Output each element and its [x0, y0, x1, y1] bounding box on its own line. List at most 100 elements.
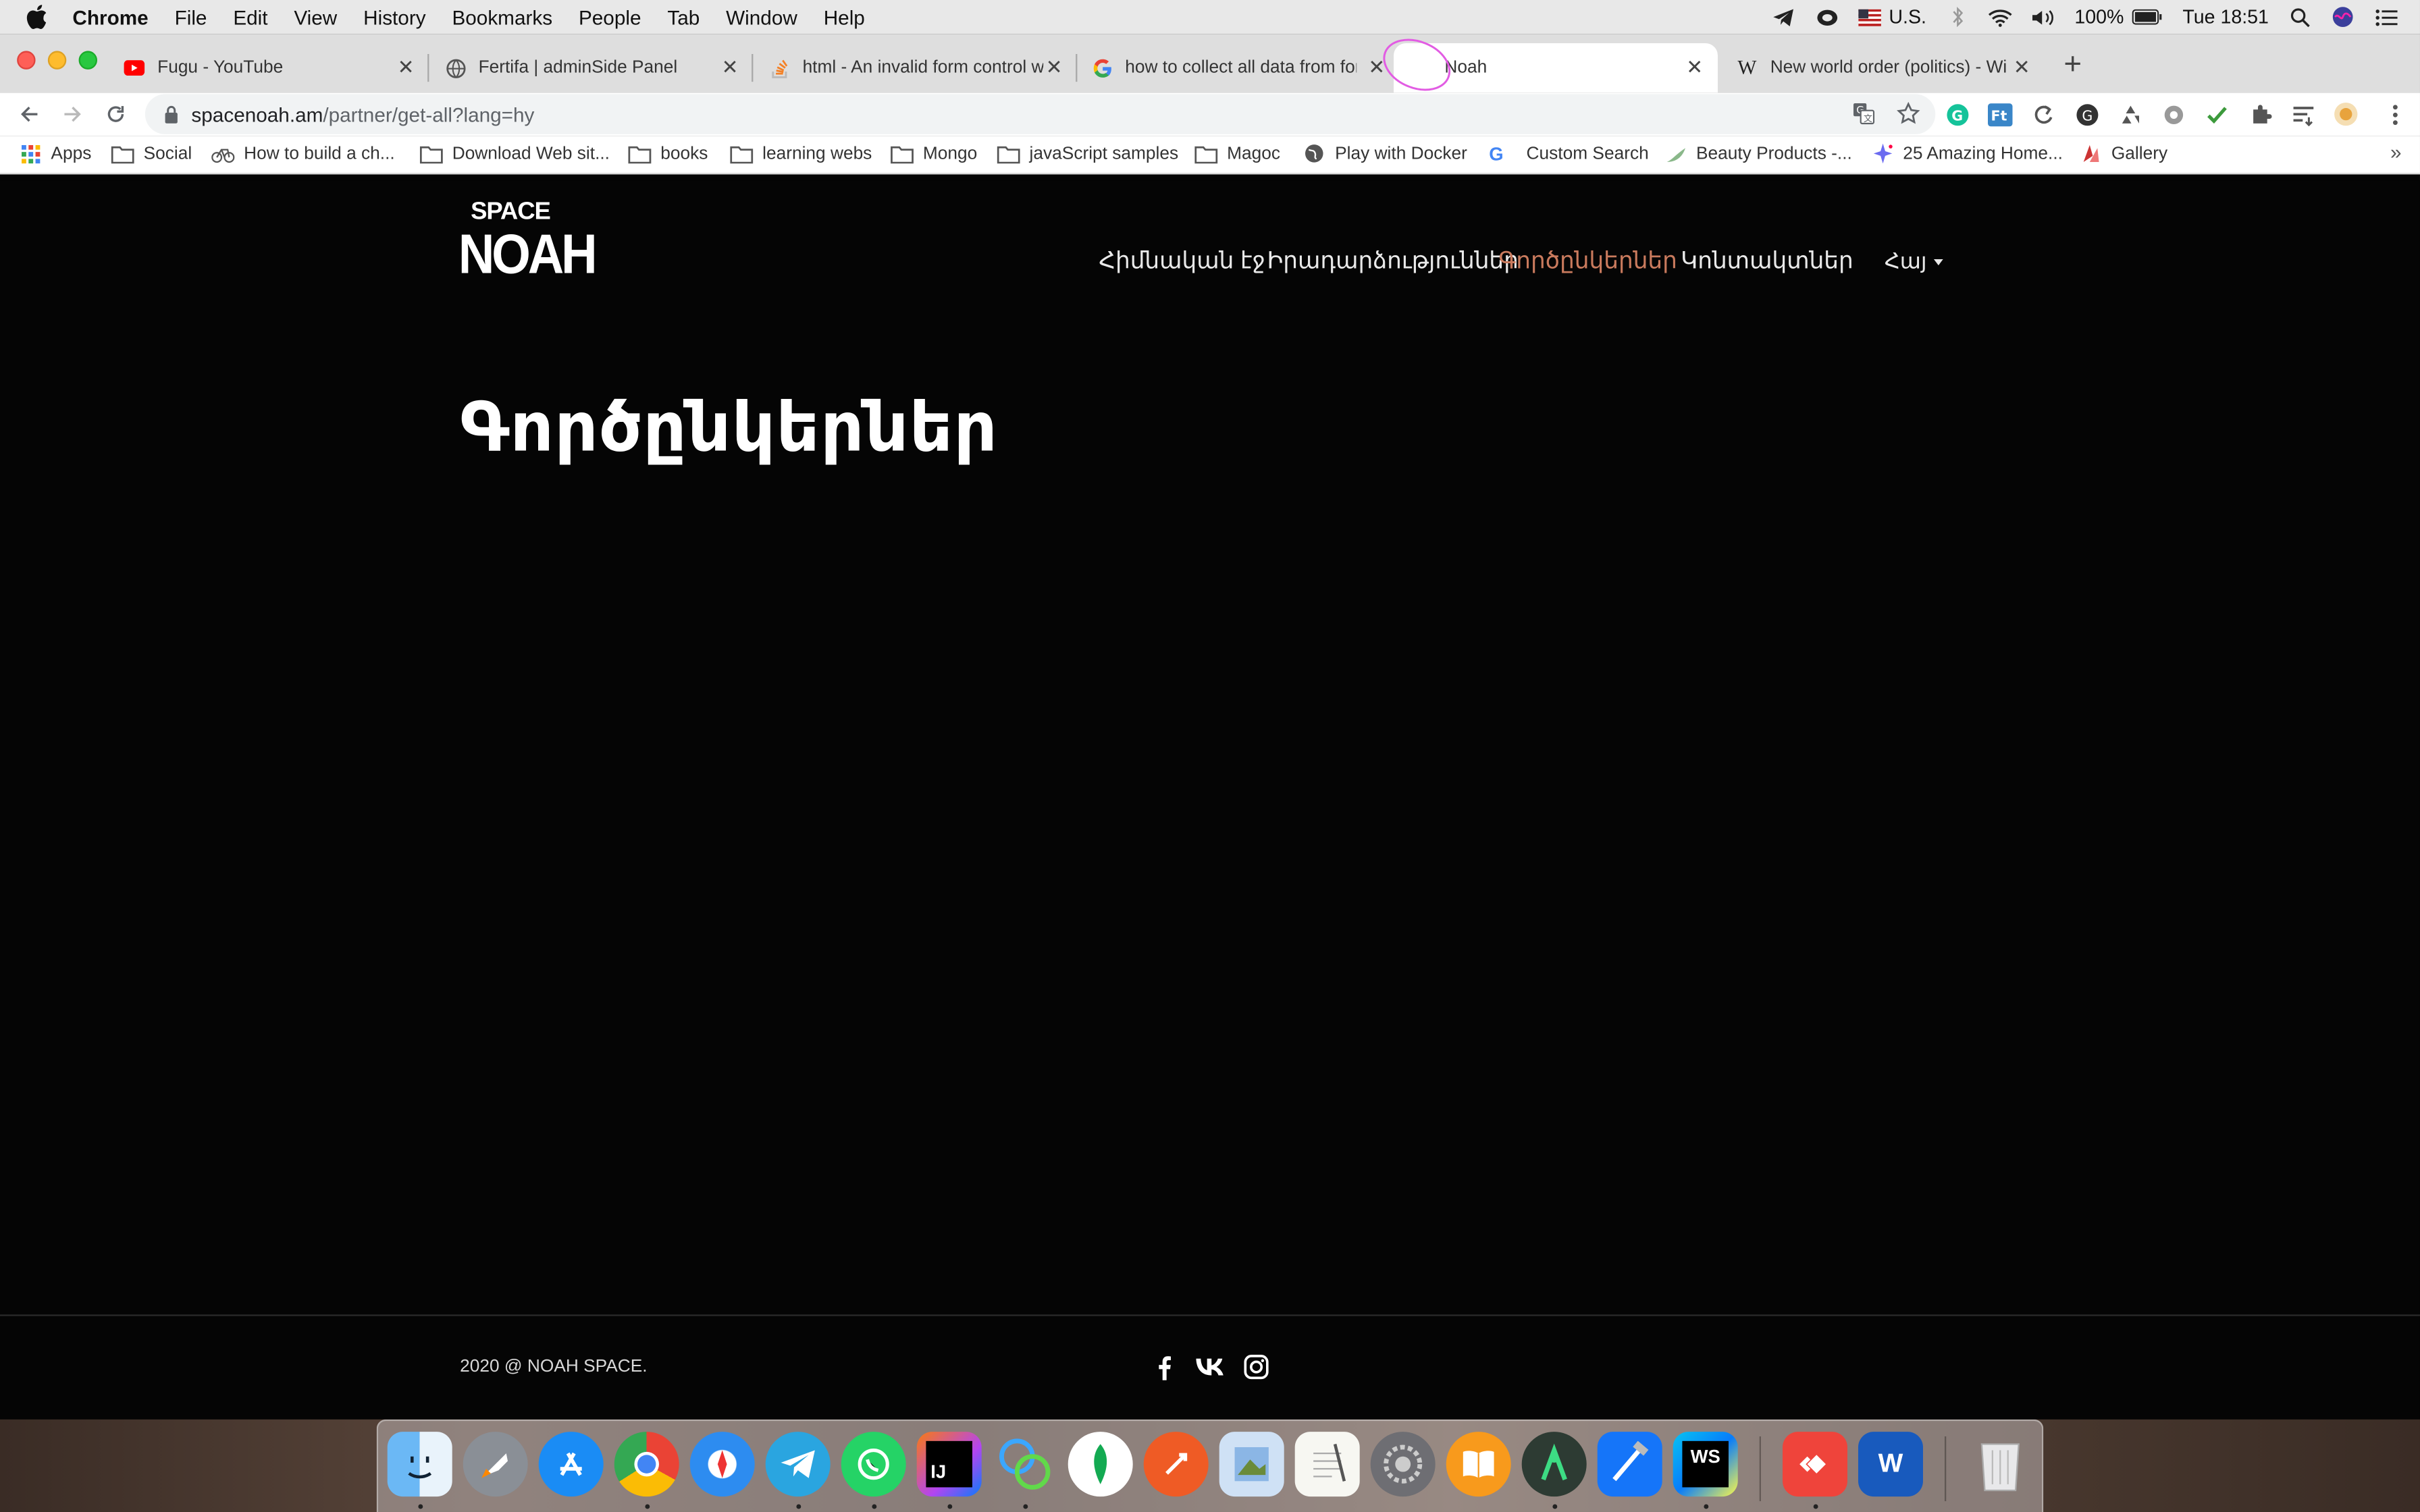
close-tab-icon[interactable]: ✕ [395, 55, 417, 80]
menu-edit[interactable]: Edit [233, 5, 267, 28]
bookmark-25-amazing-home[interactable]: 25 Amazing Home... [1870, 143, 2063, 164]
creative-cloud-icon[interactable] [1815, 6, 1840, 28]
finder-icon[interactable] [387, 1432, 452, 1497]
app-store-icon[interactable] [538, 1432, 604, 1497]
bookmark-folder-social[interactable]: Social [111, 144, 192, 164]
books-icon[interactable] [1446, 1432, 1511, 1497]
menu-bookmarks[interactable]: Bookmarks [452, 5, 552, 28]
anydesk-icon[interactable] [1782, 1432, 1847, 1497]
telegram-icon[interactable] [765, 1432, 831, 1497]
menu-help[interactable]: Help [824, 5, 865, 28]
menu-app-name[interactable]: Chrome [72, 5, 148, 28]
wifi-icon[interactable] [1988, 6, 2013, 28]
launchpad-icon[interactable] [463, 1432, 528, 1497]
bookmark-folder-books[interactable]: books [628, 144, 708, 164]
xcode-icon[interactable] [1597, 1432, 1662, 1497]
tab-fertifa[interactable]: Fertifa | adminSide Panel ✕ [444, 43, 741, 92]
refresh-extension-icon[interactable] [2030, 101, 2057, 128]
grammarly-icon[interactable]: G [1943, 101, 1971, 128]
telegram-status-icon[interactable] [1772, 6, 1797, 28]
folder-icon [1194, 144, 1218, 164]
instagram-icon[interactable] [1242, 1353, 1270, 1381]
close-tab-icon[interactable]: ✕ [1043, 55, 1065, 80]
ft-extension-icon[interactable]: Ft [1987, 101, 2014, 128]
us-flag-icon[interactable] [1858, 6, 1883, 28]
menu-people[interactable]: People [579, 5, 641, 28]
back-arrow-icon[interactable] [16, 101, 43, 128]
recycle-icon[interactable] [2116, 101, 2144, 128]
bookmark-star-icon[interactable] [1897, 101, 1920, 133]
nav-link-contacts[interactable]: Կոնտակտներ [1681, 247, 1853, 275]
notification-center-icon[interactable] [2373, 6, 2398, 28]
menu-view[interactable]: View [294, 5, 337, 28]
gear-extension-icon[interactable] [2159, 101, 2187, 128]
mongodb-compass-icon[interactable] [1068, 1432, 1133, 1497]
lock-icon[interactable] [163, 105, 179, 124]
facebook-icon[interactable] [1150, 1353, 1178, 1381]
bluetooth-icon[interactable] [1945, 6, 1970, 28]
bookmark-folder-magoc[interactable]: Magoc [1194, 144, 1280, 164]
intellij-icon[interactable]: IJ [916, 1432, 982, 1497]
close-tab-icon[interactable]: ✕ [1684, 55, 1706, 80]
apple-icon[interactable] [26, 5, 48, 30]
tab-youtube[interactable]: Fugu - YouTube ✕ [124, 43, 417, 92]
preview-icon[interactable] [1219, 1432, 1284, 1497]
chrome-menu-icon[interactable] [2382, 101, 2409, 128]
tab-google-search[interactable]: how to collect all data from for ✕ [1091, 43, 1388, 92]
close-tab-icon[interactable]: ✕ [719, 55, 741, 80]
ghostery-icon[interactable]: G [2073, 101, 2101, 128]
vk-icon[interactable] [1196, 1353, 1224, 1381]
address-bar[interactable]: spacenoah.am/partner/get-all?lang=hy G文 [144, 94, 1936, 134]
bookmark-beauty-products[interactable]: Beauty Products -... [1664, 144, 1852, 164]
chrome-icon[interactable] [614, 1432, 679, 1497]
menubar-clock[interactable]: Tue 18:51 [2182, 6, 2269, 28]
profile-avatar-icon[interactable] [2332, 101, 2360, 128]
new-tab-button[interactable]: + [2057, 48, 2088, 84]
whatsapp-icon[interactable] [841, 1432, 906, 1497]
reload-icon[interactable] [102, 101, 130, 128]
url-text[interactable]: spacenoah.am/partner/get-all?lang=hy [191, 103, 534, 126]
trash-icon[interactable] [1968, 1432, 2032, 1496]
bookmark-folder-javascript-samples[interactable]: javaScript samples [997, 144, 1178, 164]
pycharm-like-icon[interactable] [993, 1432, 1057, 1496]
safari-icon[interactable] [689, 1432, 755, 1497]
bookmark-folder-learning-webs[interactable]: learning webs [730, 144, 872, 164]
puzzle-extensions-icon[interactable] [2246, 101, 2273, 128]
postman-icon[interactable] [1143, 1432, 1209, 1497]
system-preferences-icon[interactable] [1370, 1432, 1436, 1497]
word-icon[interactable]: W [1858, 1432, 1923, 1497]
reading-list-icon[interactable] [2289, 101, 2317, 128]
nav-link-events[interactable]: Իրադարձություններ [1267, 247, 1519, 275]
bookmark-folder-mongo[interactable]: Mongo [891, 144, 977, 164]
tab-wikipedia[interactable]: W New world order (politics) - Wi ✕ [1736, 43, 2032, 92]
menu-tab[interactable]: Tab [667, 5, 700, 28]
language-dropdown[interactable]: Հայ [1885, 248, 1944, 275]
zoom-window-button[interactable] [78, 51, 97, 70]
bookmarks-overflow-chevron[interactable]: » [2390, 140, 2402, 163]
menu-history[interactable]: History [363, 5, 425, 28]
menu-file[interactable]: File [175, 5, 207, 28]
bookmark-how-to-build[interactable]: How to build a ch... [211, 144, 395, 164]
volume-icon[interactable] [2031, 6, 2056, 28]
nav-link-home[interactable]: Հիմնական էջ [1099, 247, 1265, 275]
bookmark-custom-search[interactable]: G Custom Search [1485, 142, 1648, 164]
close-tab-icon[interactable]: ✕ [2011, 55, 2032, 80]
menu-window[interactable]: Window [726, 5, 797, 28]
bookmark-play-with-docker[interactable]: Play with Docker [1303, 144, 1467, 164]
translate-icon[interactable]: G文 [1852, 102, 1875, 133]
checkmark-extension-icon[interactable] [2203, 101, 2230, 128]
battery-icon[interactable] [2130, 6, 2164, 28]
siri-icon[interactable] [2330, 6, 2355, 28]
bookmark-gallery[interactable]: Gallery [2079, 144, 2167, 164]
close-window-button[interactable] [17, 51, 36, 70]
nav-link-partners[interactable]: Գործընկերներ [1498, 247, 1677, 275]
webstorm-icon[interactable]: WS [1673, 1432, 1738, 1497]
spotlight-search-icon[interactable] [2287, 6, 2312, 28]
bookmark-apps[interactable]: Apps [18, 144, 91, 164]
textedit-icon[interactable] [1294, 1432, 1360, 1497]
forward-arrow-icon[interactable] [59, 101, 86, 128]
minimize-window-button[interactable] [47, 51, 67, 70]
tab-stackoverflow[interactable]: html - An invalid form control w ✕ [768, 43, 1065, 92]
bookmark-folder-download-web[interactable]: Download Web sit... [419, 144, 610, 164]
android-studio-icon[interactable] [1521, 1432, 1587, 1497]
